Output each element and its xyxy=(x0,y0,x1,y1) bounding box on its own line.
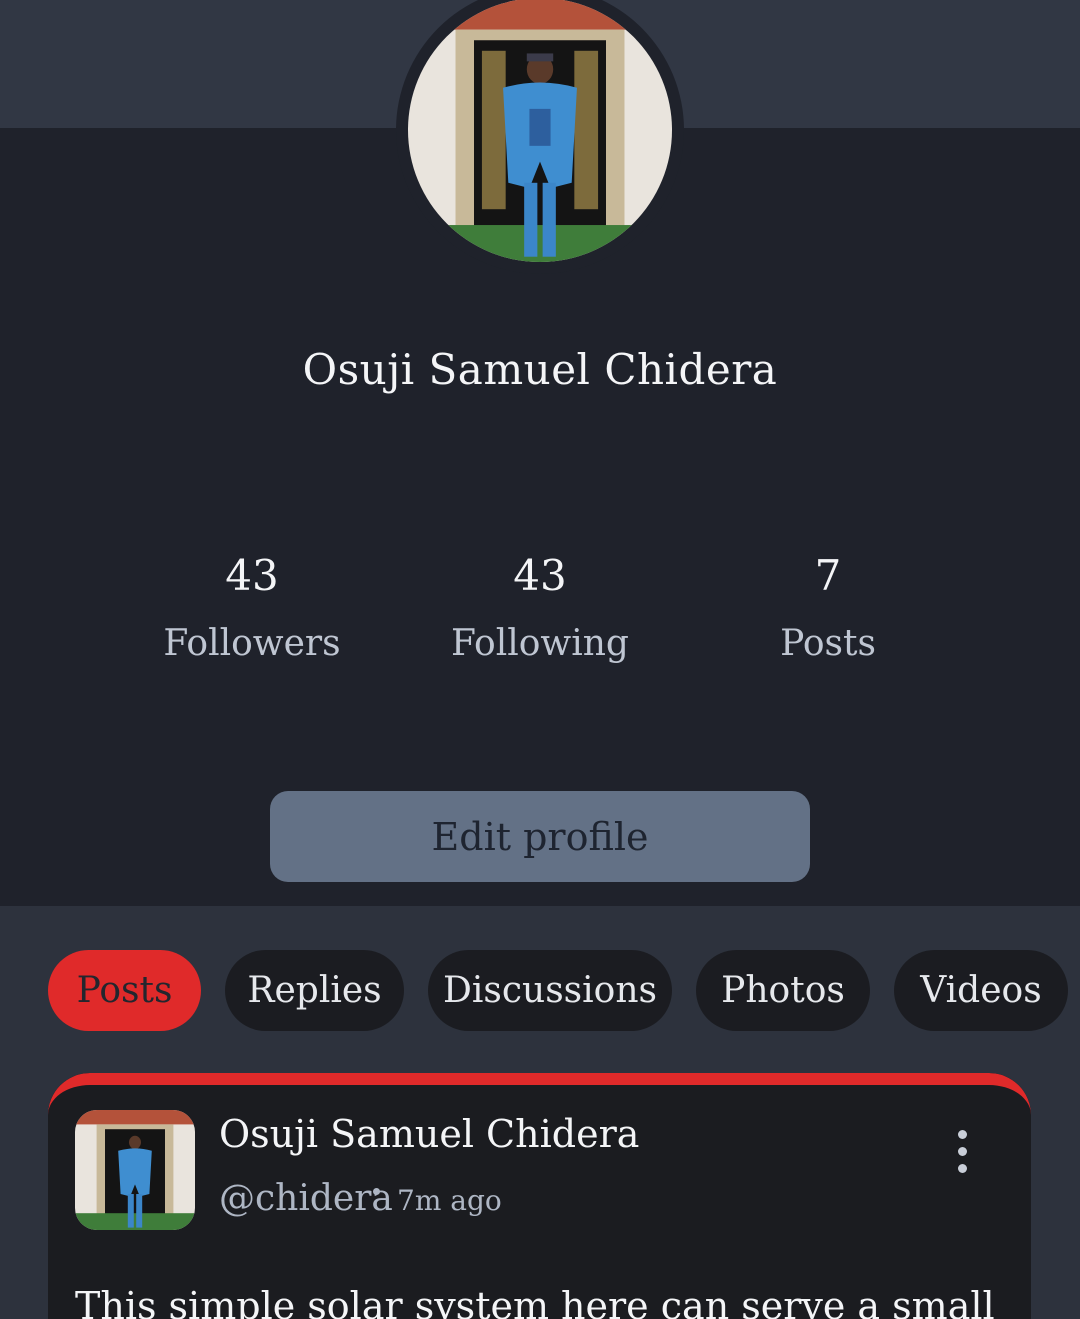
post-author-handle[interactable]: @chidera xyxy=(219,1178,393,1219)
edit-profile-button[interactable]: Edit profile xyxy=(270,791,810,882)
post-avatar-image xyxy=(75,1110,195,1230)
posts-count: 7 xyxy=(814,551,842,600)
followers-label: Followers xyxy=(163,623,341,664)
following-label: Following xyxy=(451,623,629,664)
tab-discussions[interactable]: Discussions xyxy=(428,950,672,1031)
post-author-avatar[interactable] xyxy=(75,1110,195,1230)
post-author-name[interactable]: Osuji Samuel Chidera xyxy=(219,1112,639,1156)
profile-screen: Osuji Samuel Chidera 43 Followers 43 Fol… xyxy=(0,0,1080,1319)
tab-posts[interactable]: Posts xyxy=(48,950,201,1031)
post-card[interactable] xyxy=(48,1073,1031,1319)
profile-display-name: Osuji Samuel Chidera xyxy=(302,345,778,394)
posts-label: Posts xyxy=(780,623,876,664)
followers-stat[interactable]: 43 Followers xyxy=(132,548,372,668)
profile-avatar[interactable] xyxy=(408,0,672,262)
more-vertical-icon[interactable] xyxy=(944,1126,980,1180)
tab-replies[interactable]: Replies xyxy=(225,950,404,1031)
avatar-photo-image xyxy=(408,0,672,262)
posts-stat[interactable]: 7 Posts xyxy=(708,548,948,668)
following-stat[interactable]: 43 Following xyxy=(420,548,660,668)
tab-videos[interactable]: Videos xyxy=(894,950,1068,1031)
tab-photos[interactable]: Photos xyxy=(696,950,870,1031)
following-count: 43 xyxy=(513,551,567,600)
separator-dot xyxy=(373,1188,380,1195)
post-timestamp: 7m ago xyxy=(397,1184,502,1217)
followers-count: 43 xyxy=(225,551,279,600)
post-body-text: This simple solar system here can serve … xyxy=(75,1284,1005,1319)
